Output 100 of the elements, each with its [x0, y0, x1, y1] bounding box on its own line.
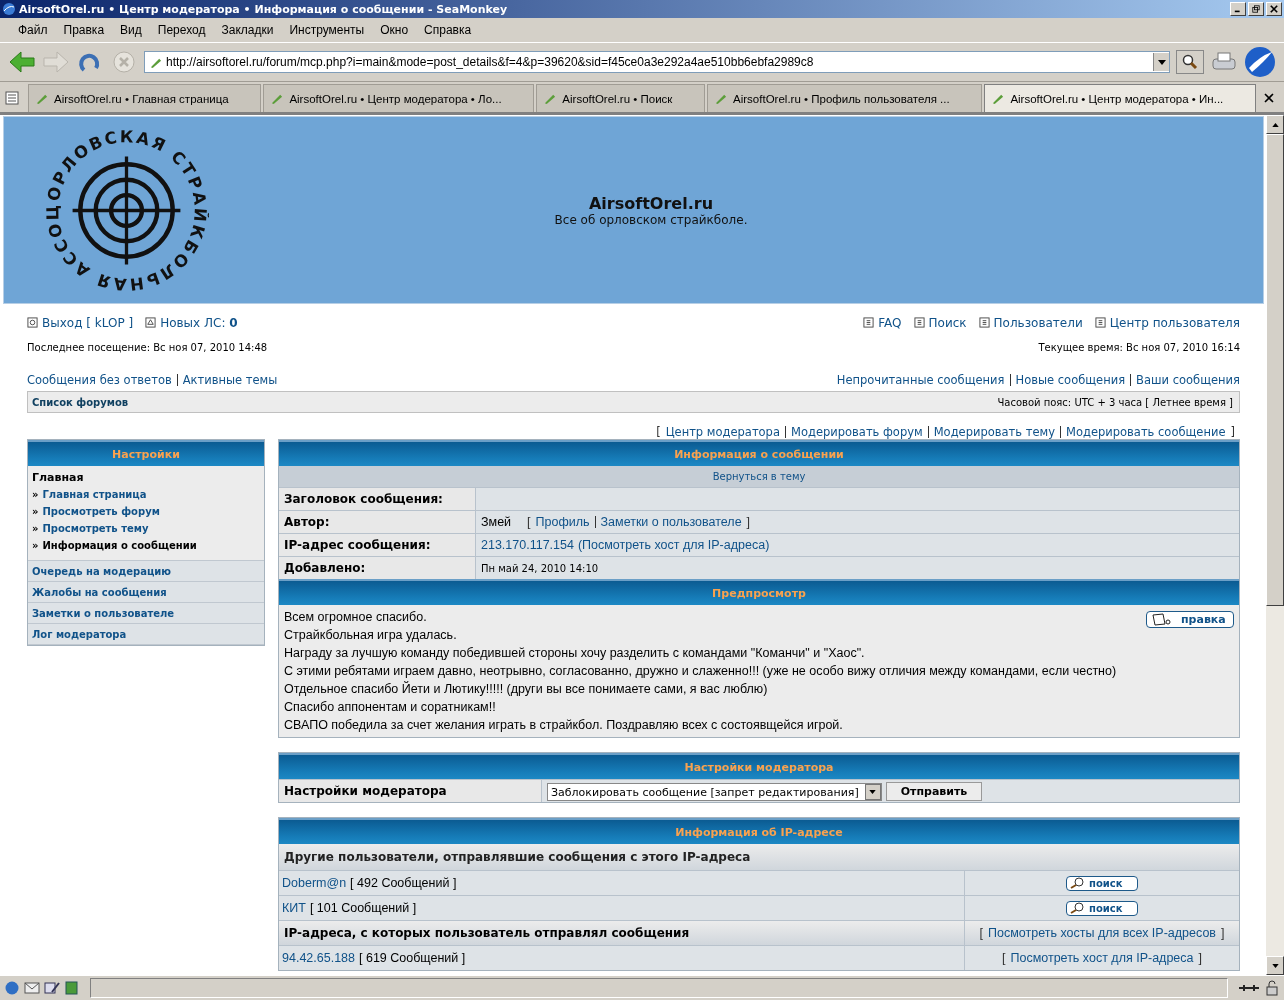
- menu-item[interactable]: Закладки: [213, 23, 282, 37]
- submit-button[interactable]: Отправить: [885, 781, 983, 801]
- sidebar-item[interactable]: Информация о сообщении: [42, 537, 197, 554]
- address-book-icon[interactable]: [64, 980, 80, 996]
- user-nav-link[interactable]: Центр пользователя: [1094, 316, 1240, 330]
- search-button[interactable]: поиск: [1066, 875, 1138, 891]
- search-button[interactable]: [1176, 50, 1204, 74]
- browser-tab[interactable]: AirsoftOrel.ru • Главная страница: [28, 84, 262, 112]
- forum-list-link[interactable]: Список форумов: [32, 396, 129, 408]
- bracket: [: [1002, 951, 1006, 965]
- search-link[interactable]: Непрочитанные сообщения: [836, 373, 1005, 387]
- bracket: [: [979, 926, 983, 940]
- sidebar-item[interactable]: Жалобы на сообщения: [28, 582, 264, 603]
- panel-header: Информация о сообщении: [279, 440, 1239, 466]
- sidebar-item[interactable]: Лог модератора: [28, 624, 264, 645]
- search-icon: [1069, 902, 1085, 914]
- moderation-link[interactable]: Модерировать тему: [933, 425, 1055, 439]
- browser-logo-icon: [1244, 46, 1276, 78]
- sidebar-item[interactable]: Главная страница: [42, 486, 147, 503]
- composer-icon[interactable]: [44, 980, 60, 996]
- back-link[interactable]: Вернуться в тему: [712, 471, 806, 482]
- search-link[interactable]: Сообщения без ответов: [27, 373, 172, 387]
- ip-address-link[interactable]: 213.170.117.154: [481, 538, 574, 552]
- hosts-link[interactable]: Посмотреть хосты для всех IP-адресов: [988, 926, 1216, 940]
- minimize-button[interactable]: [1230, 2, 1246, 16]
- browser-tab[interactable]: AirsoftOrel.ru • Поиск: [536, 84, 706, 112]
- down-arrow-icon: [1271, 963, 1279, 968]
- user-nav-link[interactable]: Пользователи: [978, 316, 1083, 330]
- sidebar-item[interactable]: Заметки о пользователе: [28, 603, 264, 624]
- scrollbar[interactable]: [1266, 115, 1284, 975]
- search-link[interactable]: Новые сообщения: [1015, 373, 1126, 387]
- user-nav-link[interactable]: Поиск: [913, 316, 967, 330]
- current-time-text: Текущее время: Вс ноя 07, 2010 16:14: [1038, 342, 1240, 353]
- ip-address-link[interactable]: 94.42.65.188: [282, 951, 355, 965]
- mail-icon[interactable]: [24, 980, 40, 996]
- bullet: »: [32, 522, 39, 536]
- post-text-line: С этими ребятами играем давно, неотрывно, согласованно, дружно и слаженно!!! (уже не особо вижу отличия между командами, если честно): [284, 663, 1117, 680]
- user-link[interactable]: КИТ: [282, 901, 306, 915]
- sidebar-item[interactable]: Просмотреть форум: [42, 503, 160, 520]
- post-date: Пн май 24, 2010 14:10: [481, 562, 599, 574]
- menu-item[interactable]: Переход: [149, 23, 214, 37]
- post-text-line: Награду за лучшую команду победившей стороны хочу разделить с командами "Команчи" и "Хаос".: [284, 645, 866, 662]
- menu-item[interactable]: Файл: [10, 23, 56, 37]
- bracket: [: [527, 515, 531, 529]
- section-heading: IP-адреса, с которых пользователь отправлял сообщения: [284, 926, 690, 940]
- user-nav-link[interactable]: FAQ: [863, 316, 902, 330]
- window-title: AirsoftOrel.ru • Центр модератора • Информация о сообщении - SeaMonkey: [19, 2, 509, 16]
- bullet: »: [32, 505, 39, 519]
- close-icon: [1264, 93, 1274, 103]
- post-text-line: Отдельное спасибо Йети и Лютику!!!!! (други вы все понимаете сами, я вас люблю): [284, 680, 769, 698]
- user-link[interactable]: Doberm@n: [282, 876, 347, 890]
- post-count: [ 101 Сообщений ]: [309, 901, 417, 915]
- moderation-link[interactable]: Модерировать сообщение: [1066, 425, 1226, 439]
- post-count: [ 492 Сообщений ]: [350, 876, 457, 890]
- sidebar-item[interactable]: Просмотреть тему: [42, 520, 149, 537]
- page-icon: [35, 92, 48, 105]
- search-link[interactable]: Ваши сообщения: [1136, 373, 1240, 387]
- host-link[interactable]: Посмотреть хост для IP-адреса: [1010, 951, 1194, 965]
- globe-icon[interactable]: [4, 980, 20, 996]
- bracket: ]: [746, 515, 751, 529]
- browser-tab[interactable]: AirsoftOrel.ru • Центр модератора • Ин...: [984, 84, 1256, 112]
- post-text-line: Всем огромное спасибо.: [284, 609, 428, 626]
- list-icon[interactable]: [4, 90, 20, 106]
- search-icon: [1069, 877, 1085, 889]
- private-messages-link[interactable]: Новых ЛС: 0: [145, 316, 238, 330]
- back-arrow-icon[interactable]: [8, 50, 36, 74]
- globe-icon: [2, 2, 16, 16]
- edit-button[interactable]: правка: [1146, 611, 1234, 628]
- up-arrow-icon: [1271, 122, 1279, 127]
- menu-item[interactable]: Вид: [112, 23, 150, 37]
- author-link[interactable]: Заметки о пользователе: [600, 515, 742, 529]
- moderation-link[interactable]: Модерировать форум: [790, 425, 923, 439]
- restore-icon: [1252, 5, 1260, 13]
- site-title[interactable]: AirsoftOrel.ru: [588, 193, 714, 213]
- panel-header: Предпросмотр: [279, 579, 1239, 605]
- bullet: »: [32, 539, 39, 553]
- menu-item[interactable]: Справка: [416, 23, 480, 37]
- browser-tab[interactable]: AirsoftOrel.ru • Профиль пользователя ...: [707, 84, 983, 112]
- menu-item[interactable]: Инструменты: [281, 23, 373, 37]
- dropdown-button[interactable]: [1153, 53, 1169, 71]
- author-link[interactable]: Профиль: [535, 515, 590, 529]
- list-icon: [1094, 317, 1106, 328]
- sidebar-item[interactable]: Очередь на модерацию: [28, 561, 264, 582]
- logout-icon: [27, 317, 38, 328]
- menu-item[interactable]: Окно: [372, 23, 417, 37]
- host-link[interactable]: (Посмотреть хост для IP-адреса): [577, 538, 770, 552]
- menu-item[interactable]: Правка: [55, 23, 113, 37]
- moderation-link[interactable]: Центр модератора: [665, 425, 780, 439]
- restore-button[interactable]: [1248, 2, 1264, 16]
- action-select[interactable]: Заблокировать сообщение [запрет редактирования]: [547, 783, 882, 801]
- page-icon: [270, 92, 284, 105]
- close-button[interactable]: [1266, 2, 1282, 16]
- address-field[interactable]: http://airsoftorel.ru/forum/mcp.php?i=main&mode=post_details&f=4&p=39620&sid=f45ce0a3e292a4ae510bb6ebfa2989c8: [144, 51, 1170, 73]
- search-link[interactable]: Активные темы: [182, 373, 278, 387]
- logout-link[interactable]: Выход [ kLOP ]: [27, 316, 134, 330]
- browser-tab[interactable]: AirsoftOrel.ru • Центр модератора • Ло...: [263, 84, 535, 112]
- page-icon: [543, 92, 557, 105]
- search-button[interactable]: поиск: [1066, 900, 1138, 916]
- field-label: Настройки модератора: [279, 780, 542, 802]
- close-icon: [1270, 5, 1278, 13]
